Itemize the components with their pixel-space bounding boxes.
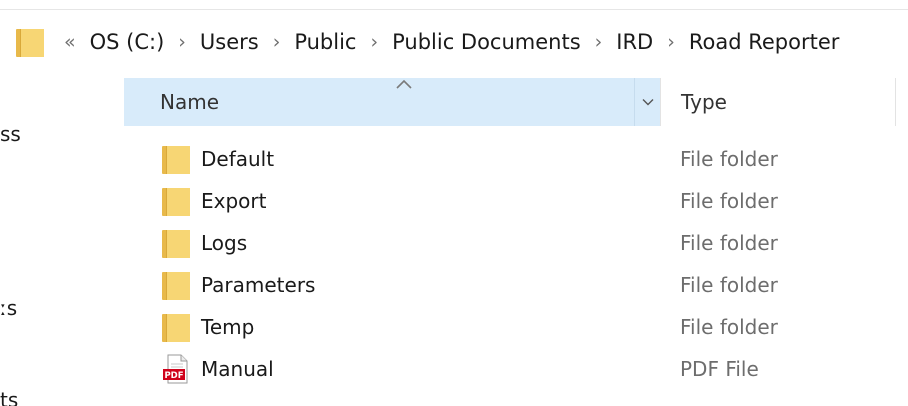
file-name: Default	[201, 147, 275, 171]
file-type: File folder	[680, 231, 778, 255]
breadcrumb-separator[interactable]: ›	[583, 31, 615, 53]
file-name: Temp	[201, 315, 255, 339]
overflow-chevron[interactable]: «	[54, 31, 88, 53]
file-row-export[interactable]: Export File folder	[124, 180, 908, 222]
folder-icon	[162, 186, 190, 216]
column-header-name[interactable]: Name	[124, 78, 660, 126]
folder-icon	[16, 27, 44, 57]
breadcrumb-public-documents[interactable]: Public Documents	[390, 30, 583, 54]
navigation-pane: ss ːs ts	[0, 70, 40, 406]
file-explorer-window: « OS (C:) › Users › Public › Public Docu…	[0, 0, 908, 406]
chevron-down-icon	[642, 99, 653, 106]
file-name: Export	[201, 189, 267, 213]
breadcrumb-separator[interactable]: ›	[655, 31, 687, 53]
folder-icon	[162, 270, 190, 300]
nav-item-fragment[interactable]: ts	[0, 388, 18, 406]
column-header: Name Type	[124, 78, 908, 126]
folder-icon	[162, 228, 190, 258]
breadcrumb-separator[interactable]: ›	[261, 31, 293, 53]
breadcrumb-ird[interactable]: IRD	[614, 30, 655, 54]
address-bar[interactable]: « OS (C:) › Users › Public › Public Docu…	[0, 18, 908, 66]
sort-ascending-icon	[396, 79, 412, 89]
breadcrumb-public[interactable]: Public	[292, 30, 358, 54]
file-type: File folder	[680, 147, 778, 171]
column-dropdown[interactable]	[634, 78, 660, 126]
nav-item-fragment[interactable]: ss	[0, 122, 21, 146]
breadcrumb-os-c[interactable]: OS (C:)	[88, 30, 167, 54]
file-name: Manual	[201, 357, 274, 381]
svg-text:PDF: PDF	[164, 371, 183, 381]
column-header-type[interactable]: Type	[660, 78, 908, 126]
folder-icon	[162, 312, 190, 342]
folder-icon	[162, 144, 190, 174]
file-row-manual[interactable]: PDF Manual PDF File	[124, 348, 908, 390]
column-header-name-label: Name	[160, 90, 220, 114]
file-list: Default File folder Export File folder L…	[124, 138, 908, 390]
file-row-default[interactable]: Default File folder	[124, 138, 908, 180]
pdf-icon: PDF	[162, 354, 190, 384]
file-row-parameters[interactable]: Parameters File folder	[124, 264, 908, 306]
file-type: File folder	[680, 273, 778, 297]
breadcrumb-separator[interactable]: ›	[166, 31, 198, 53]
file-type: PDF File	[680, 357, 759, 381]
breadcrumb-road-reporter[interactable]: Road Reporter	[687, 30, 842, 54]
breadcrumb-separator[interactable]: ›	[358, 31, 390, 53]
column-header-type-label: Type	[681, 90, 727, 114]
file-name: Logs	[201, 231, 248, 255]
file-type: File folder	[680, 315, 778, 339]
breadcrumb-users[interactable]: Users	[198, 30, 261, 54]
top-edge	[0, 0, 908, 10]
file-type: File folder	[680, 189, 778, 213]
file-name: Parameters	[201, 273, 316, 297]
file-row-logs[interactable]: Logs File folder	[124, 222, 908, 264]
column-divider[interactable]	[895, 78, 896, 126]
file-row-temp[interactable]: Temp File folder	[124, 306, 908, 348]
nav-item-fragment[interactable]: ːs	[0, 296, 17, 320]
